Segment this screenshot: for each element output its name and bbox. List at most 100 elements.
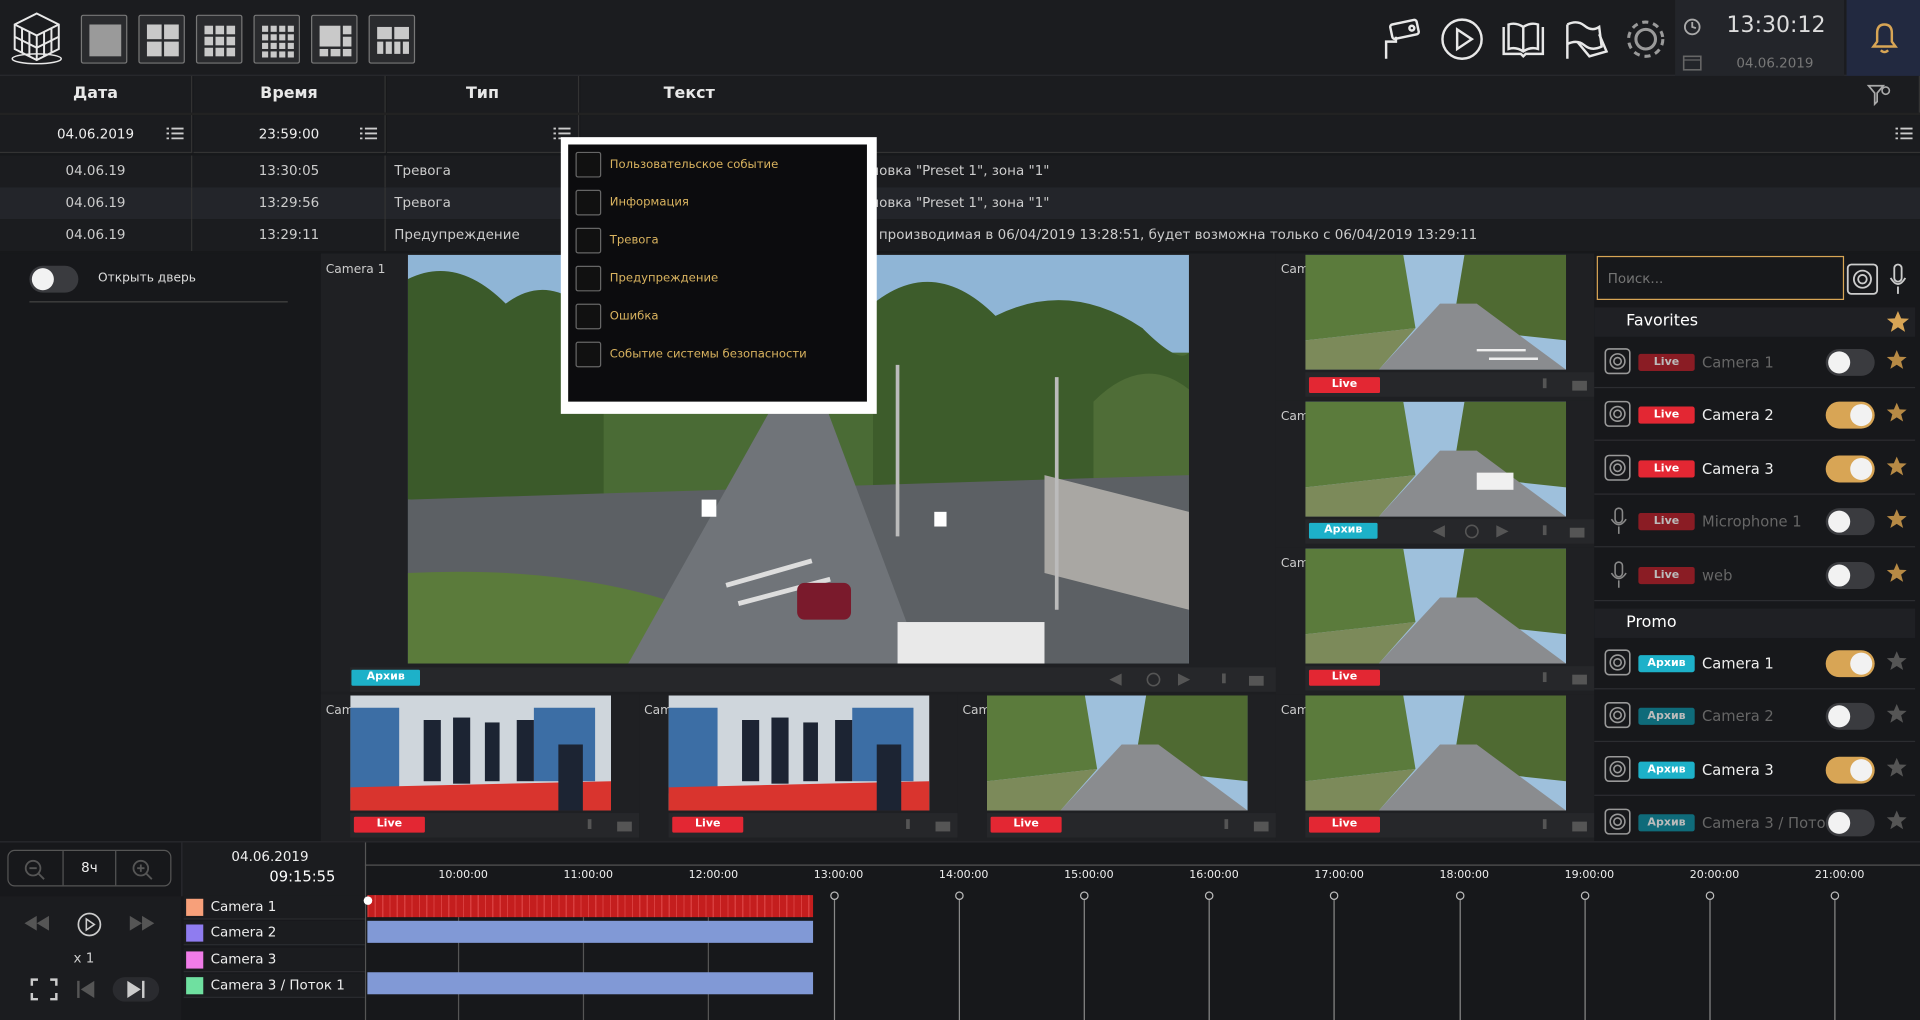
star-icon[interactable]: [1886, 756, 1908, 778]
video-frame[interactable]: [668, 695, 930, 811]
playback-controls-icon[interactable]: [1428, 524, 1592, 539]
mic-and-snapshot-icons[interactable]: [1220, 818, 1274, 833]
type-option[interactable]: Событие системы безопасности: [575, 341, 858, 369]
checkbox[interactable]: [575, 189, 602, 216]
video-tile[interactable]: Camera 3 Архив: [1275, 400, 1595, 548]
playhead[interactable]: [363, 896, 373, 905]
star-icon[interactable]: [1886, 310, 1910, 334]
stream-toggle[interactable]: [1825, 561, 1875, 589]
list-icon[interactable]: [1895, 126, 1913, 141]
open-door-toggle[interactable]: [29, 265, 79, 293]
type-option[interactable]: Предупреждение: [575, 265, 858, 293]
video-frame[interactable]: [1305, 254, 1567, 370]
filter-type[interactable]: [386, 115, 580, 154]
type-option[interactable]: Информация: [575, 189, 858, 217]
list-item[interactable]: Live Camera 1: [1594, 337, 1916, 389]
list-item[interactable]: Live Microphone 1: [1594, 496, 1916, 548]
checkbox[interactable]: [575, 341, 602, 368]
star-icon[interactable]: [1886, 508, 1908, 530]
video-frame[interactable]: [1305, 548, 1567, 664]
favorites-group-header[interactable]: Favorites: [1594, 307, 1916, 337]
list-item[interactable]: Архив Camera 3: [1594, 744, 1916, 796]
filter-time[interactable]: 23:59:00: [193, 115, 386, 154]
star-icon[interactable]: [1886, 562, 1908, 584]
video-frame[interactable]: [1305, 695, 1567, 811]
list-item[interactable]: Архив Camera 2: [1594, 691, 1916, 743]
app-logo[interactable]: [7, 10, 66, 66]
mic-and-snapshot-icons[interactable]: [1538, 377, 1592, 392]
camera-settings-icon[interactable]: [1376, 15, 1425, 64]
video-frame[interactable]: [1305, 401, 1567, 517]
star-icon[interactable]: [1886, 703, 1908, 725]
notifications-button[interactable]: [1846, 0, 1920, 76]
layout-3x3-button[interactable]: [195, 14, 243, 64]
column-header-time[interactable]: Время: [193, 75, 386, 113]
checkbox[interactable]: [575, 151, 602, 178]
recording-bar-camera-1[interactable]: [367, 895, 814, 918]
recording-bar-camera-3-stream-1[interactable]: [367, 972, 814, 995]
stream-toggle[interactable]: [1825, 348, 1875, 376]
layout-4x4-button[interactable]: [253, 14, 301, 64]
list-icon[interactable]: [360, 126, 378, 141]
event-row[interactable]: 04.06.19 13:30:05 Тревога ановка "Preset…: [0, 155, 1920, 188]
star-icon[interactable]: [1886, 650, 1908, 672]
microphone-filter-icon[interactable]: [1888, 263, 1908, 295]
star-icon[interactable]: [1886, 455, 1908, 477]
camera-filter-icon[interactable]: [1846, 263, 1879, 295]
column-header-date[interactable]: Дата: [0, 75, 193, 113]
layout-1plus5-button[interactable]: [311, 14, 358, 64]
track-label[interactable]: Camera 1: [183, 895, 365, 920]
recording-bar-camera-2[interactable]: [367, 920, 814, 943]
flags-icon[interactable]: [1560, 15, 1609, 64]
track-label[interactable]: Camera 3: [183, 947, 365, 972]
layout-1x1-button[interactable]: [80, 14, 128, 64]
play-icon[interactable]: [1438, 15, 1487, 64]
checkbox[interactable]: [575, 227, 602, 254]
column-header-type[interactable]: Тип: [386, 75, 580, 113]
search-input[interactable]: [1596, 255, 1845, 301]
star-icon[interactable]: [1886, 402, 1908, 424]
mic-and-snapshot-icons[interactable]: [1538, 671, 1592, 686]
type-option[interactable]: Тревога: [575, 227, 858, 255]
video-tile[interactable]: Camera 2 Live: [1275, 253, 1595, 401]
video-tile[interactable]: Camera 2 Live: [320, 694, 640, 842]
stream-toggle[interactable]: [1825, 809, 1875, 837]
mic-and-snapshot-icons[interactable]: [1538, 818, 1592, 833]
layout-2x2-button[interactable]: [138, 14, 185, 64]
column-header-text[interactable]: Текст: [580, 75, 1920, 113]
filter-settings-icon[interactable]: [1866, 81, 1893, 108]
checkbox[interactable]: [575, 265, 602, 292]
list-icon[interactable]: [166, 126, 184, 141]
star-icon[interactable]: [1886, 349, 1908, 371]
list-item[interactable]: Live Camera 2: [1594, 390, 1916, 442]
stream-toggle[interactable]: [1825, 756, 1875, 784]
video-tile[interactable]: Camera 2 Live: [639, 694, 958, 842]
list-item[interactable]: Live web: [1594, 549, 1916, 601]
promo-group-header[interactable]: Promo: [1594, 608, 1916, 638]
stream-toggle[interactable]: [1825, 402, 1875, 430]
mic-and-snapshot-icons[interactable]: [901, 818, 955, 833]
video-frame[interactable]: [350, 695, 612, 811]
video-tile[interactable]: Camera 3 Live: [1275, 547, 1595, 695]
star-icon[interactable]: [1886, 810, 1908, 832]
track-label[interactable]: Camera 3 / Поток 1: [183, 973, 365, 998]
stream-toggle[interactable]: [1825, 508, 1875, 536]
list-item[interactable]: Live Camera 3: [1594, 443, 1916, 495]
type-option[interactable]: Ошибка: [575, 303, 858, 331]
stream-toggle[interactable]: [1825, 455, 1875, 483]
stream-toggle[interactable]: [1825, 703, 1875, 731]
layout-2x4-button[interactable]: [368, 14, 416, 64]
type-option[interactable]: Пользовательское событие: [575, 151, 858, 179]
gear-icon[interactable]: [1621, 15, 1670, 64]
video-tile[interactable]: Camera 3 Live: [957, 694, 1276, 842]
event-row[interactable]: 04.06.19 13:29:56 Тревога ановка "Preset…: [0, 187, 1920, 220]
video-tile[interactable]: Camera 3 Live: [1275, 694, 1595, 842]
book-icon[interactable]: [1499, 15, 1548, 64]
track-label[interactable]: Camera 2: [183, 921, 365, 946]
playback-controls-icon[interactable]: [1104, 672, 1275, 687]
checkbox[interactable]: [575, 303, 602, 330]
video-frame[interactable]: [986, 695, 1248, 811]
event-row[interactable]: 04.06.19 13:29:11 Предупреждение а, прои…: [0, 219, 1920, 252]
list-item[interactable]: Архив Camera 1: [1594, 638, 1916, 690]
timeline-tracks[interactable]: Camera 1 Camera 2 Camera 3 Camera 3 / Поток…: [0, 842, 1920, 1020]
